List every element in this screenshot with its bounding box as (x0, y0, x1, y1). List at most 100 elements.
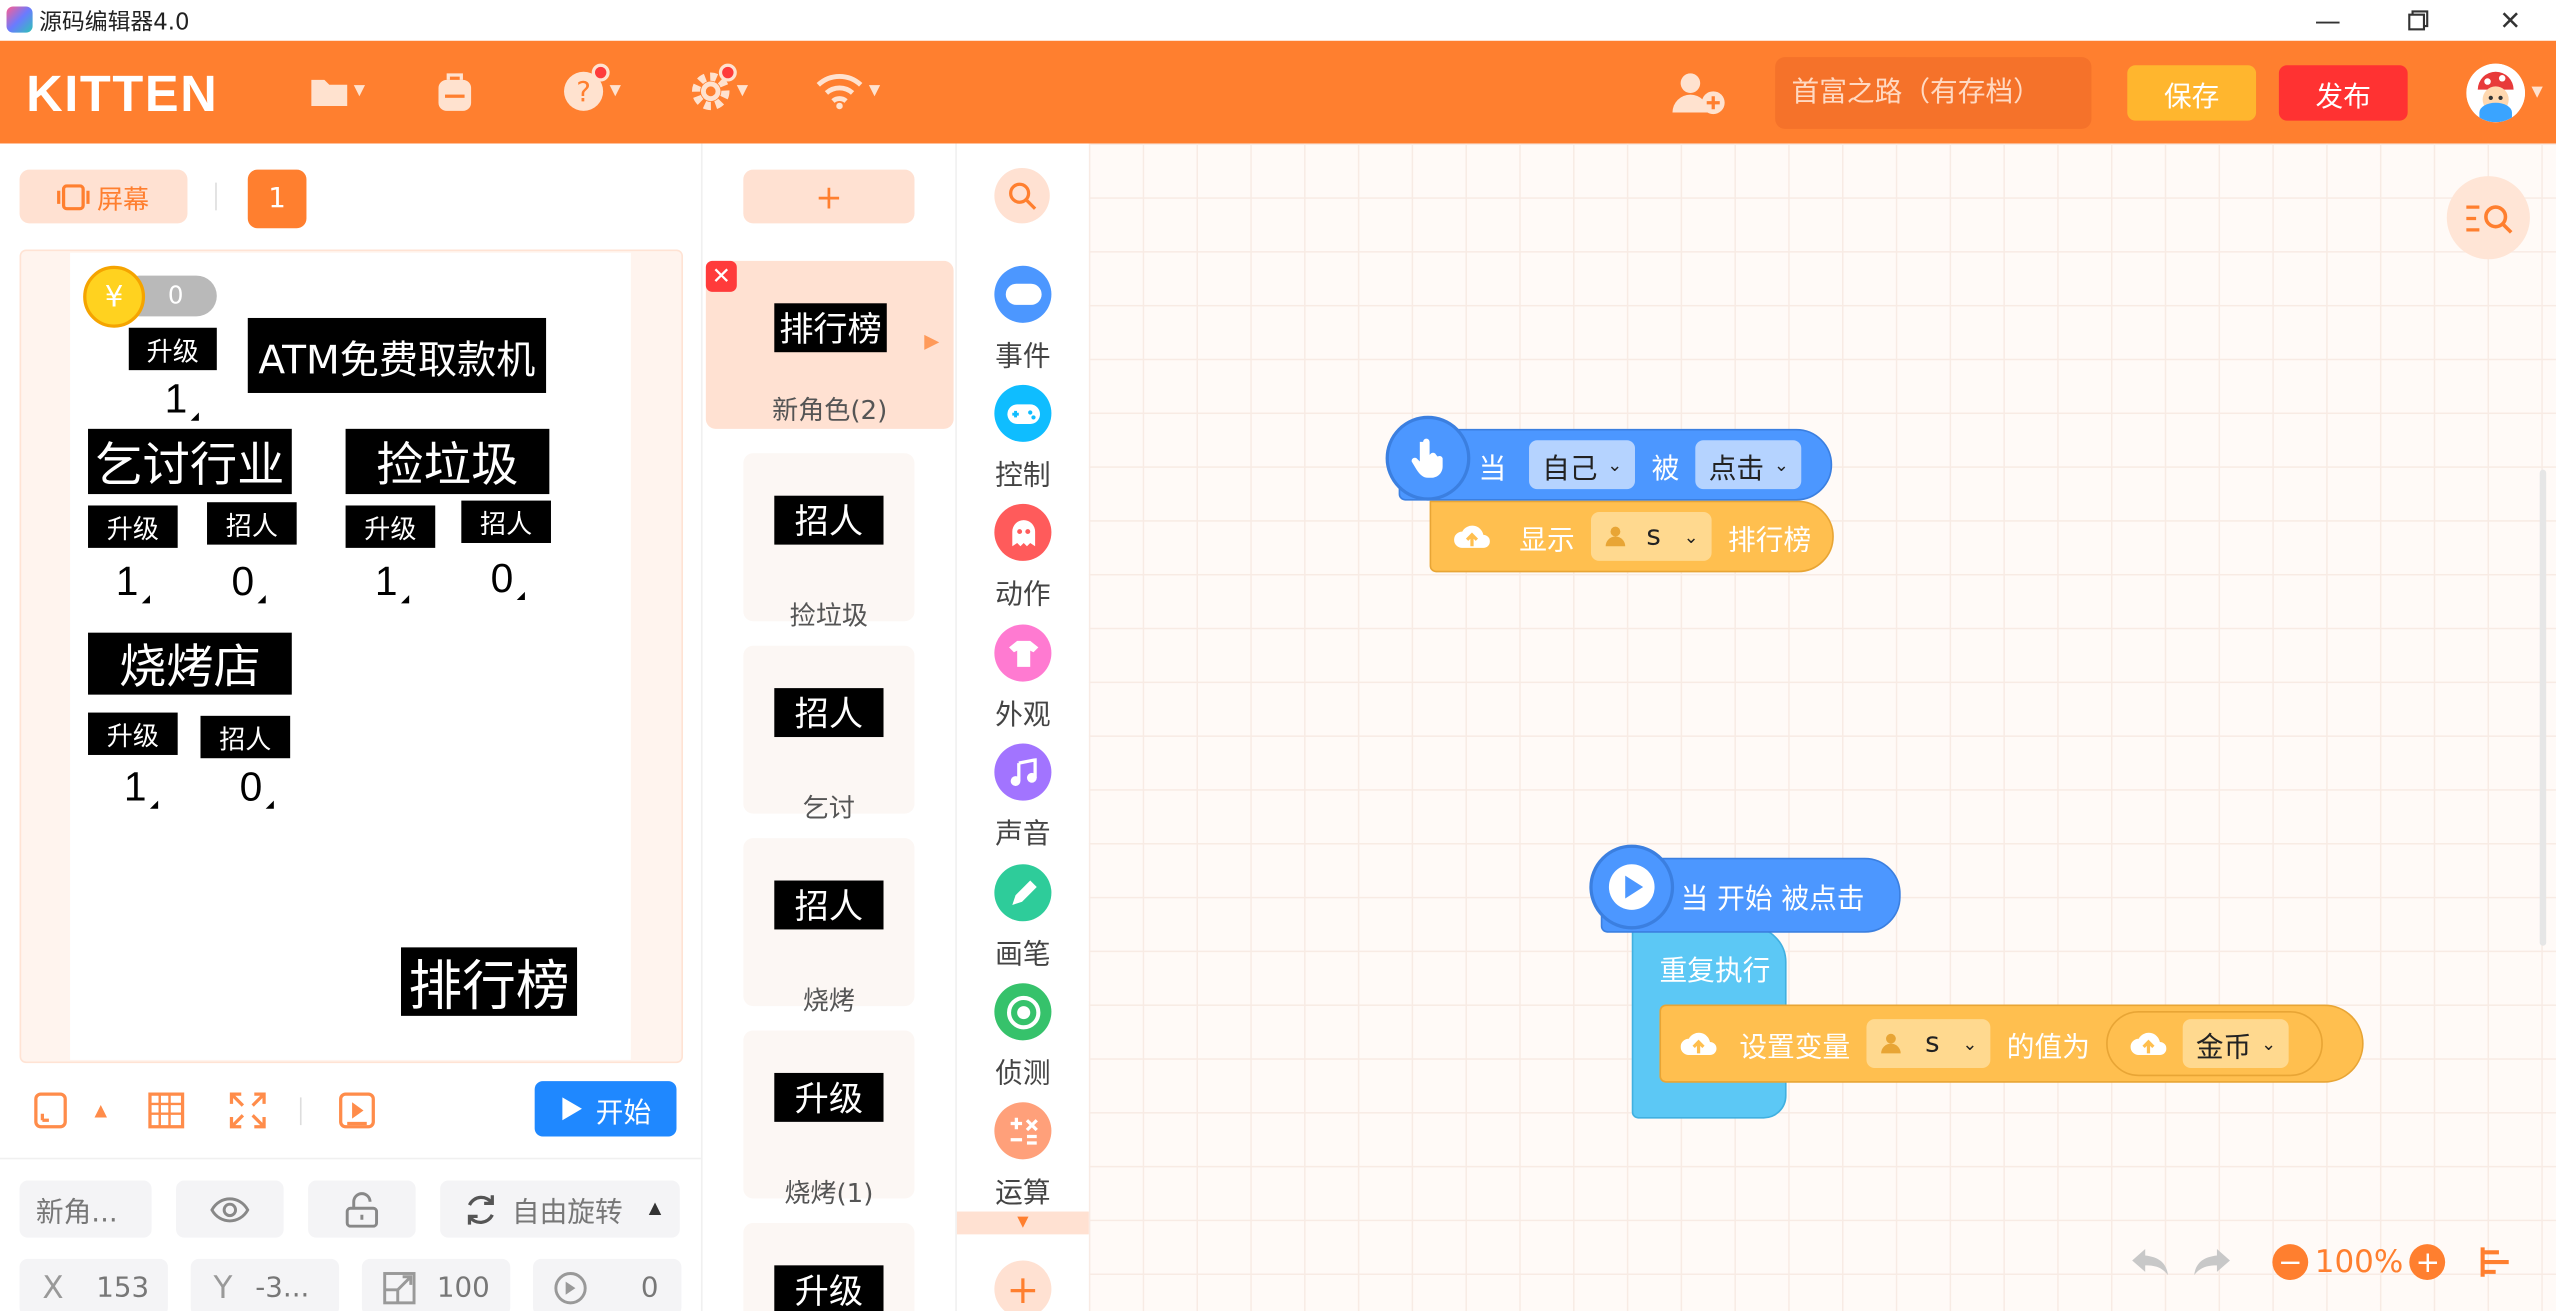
restore-icon (2407, 10, 2428, 31)
block-search-button[interactable] (994, 167, 1050, 224)
beg-title[interactable]: 乞讨行业 (88, 428, 292, 495)
zoom-in-button[interactable]: + (2409, 1244, 2446, 1281)
size-field[interactable]: 100 (361, 1258, 511, 1311)
beg-upgrade-button[interactable]: 升级 (88, 505, 178, 548)
category-sensing[interactable]: 侦测 (957, 983, 1089, 1097)
code-workspace[interactable]: 显示 s ⌄ 排行榜 当 自己 ⌄ 被 点击 ⌄ 重复执行 设置变量 s ⌄ 的… (1088, 143, 2556, 1311)
bbq-hire-button[interactable]: 招人 (200, 715, 291, 759)
add-sprite-button[interactable]: + (743, 169, 915, 224)
category-sound[interactable]: 声音 (957, 743, 1089, 858)
event-dropdown[interactable]: 点击 ⌄ (1695, 440, 1802, 490)
sprite-name: 烧烤(1) (784, 1177, 874, 1209)
stage-size-caret[interactable]: ▲ (95, 1101, 108, 1119)
trash-title[interactable]: 捡垃圾 (345, 428, 550, 495)
folder-icon (311, 79, 348, 106)
lock-toggle[interactable] (308, 1180, 416, 1238)
workspace-search-button[interactable] (2446, 176, 2530, 260)
sprite-thumb: 排行榜 (774, 303, 887, 353)
screen-button[interactable]: 屏幕 (19, 169, 188, 224)
sprite-dropdown[interactable]: s ⌄ (1590, 512, 1712, 561)
atm-title[interactable]: ATM免费取款机 (247, 317, 547, 393)
direction-icon (554, 1271, 587, 1304)
delete-sprite-button[interactable]: ✕ (705, 260, 737, 292)
fullscreen-icon[interactable] (228, 1091, 267, 1130)
window-titlebar: 源码编辑器4.0 — ✕ (0, 0, 2556, 41)
scene-thumbnail[interactable]: 1 (247, 169, 307, 229)
coin-variable-reporter[interactable]: 金币 ⌄ (2106, 1010, 2324, 1077)
sprite-item[interactable]: 招人 捡垃圾 (743, 453, 915, 631)
project-name-input[interactable] (1775, 57, 2092, 129)
atm-upgrade-button[interactable]: 升级 (128, 327, 217, 371)
sprite-item-selected[interactable]: 排行榜 新角色(2) ▶ (705, 260, 954, 429)
show-block[interactable]: 显示 s ⌄ 排行榜 (1429, 500, 1834, 573)
restore-button[interactable] (2380, 0, 2455, 41)
set-variable-block[interactable]: 设置变量 s ⌄ 的值为 金币 ⌄ (1659, 1004, 2364, 1083)
rotation-mode-select[interactable]: 自由旋转 ▲ (440, 1180, 680, 1238)
target-dropdown[interactable]: 自己 ⌄ (1529, 440, 1636, 490)
left-panel: 屏幕 1 ¥ 0 升级 ATM免费取款机 1 乞讨行业 捡垃圾 升级 招人 升级… (0, 143, 701, 1311)
sprite-expand-icon[interactable]: ▶ (924, 329, 939, 352)
beg-hire-button[interactable]: 招人 (207, 502, 297, 545)
sprite-item[interactable]: 升级 烧烤(1) (743, 1030, 915, 1208)
stage-size-icon[interactable] (33, 1091, 69, 1130)
network-menu[interactable]: ▼ (815, 67, 880, 116)
x-field[interactable]: X 153 (19, 1258, 168, 1311)
sprite-thumb: 升级 (774, 1265, 884, 1311)
publish-button[interactable]: 发布 (2278, 65, 2408, 121)
sprite-name: 新角色(2) (772, 394, 888, 426)
bbq-title[interactable]: 烧烤店 (88, 632, 292, 695)
category-motion[interactable]: 动作 (957, 503, 1089, 618)
minimize-button[interactable]: — (2290, 0, 2365, 41)
trash-upgrade-button[interactable]: 升级 (345, 505, 436, 548)
add-collaborator-button[interactable] (1671, 68, 1726, 117)
visibility-toggle[interactable] (176, 1180, 284, 1238)
bbq-workers: 0 (239, 764, 274, 811)
workspace-scrollbar[interactable] (2539, 469, 2547, 946)
direction-field[interactable]: 0 (533, 1258, 682, 1311)
category-control[interactable]: 控制 (957, 384, 1089, 499)
avatar[interactable] (2466, 63, 2526, 123)
coin-dropdown[interactable]: 金币 ⌄ (2182, 1019, 2290, 1069)
account-caret[interactable]: ▼ (2532, 85, 2543, 101)
undo-icon[interactable] (2129, 1244, 2171, 1280)
trash-workers: 0 (490, 556, 525, 602)
coin-value: 0 (167, 280, 184, 310)
sprite-thumb: 招人 (774, 495, 884, 545)
sprite-name-field[interactable]: 新角... (19, 1180, 152, 1238)
target-icon (994, 983, 1052, 1041)
bbq-upgrade-button[interactable]: 升级 (88, 712, 178, 755)
categories-scroll-down[interactable]: ▼ (956, 1211, 1089, 1235)
category-operators[interactable]: 运算 (957, 1102, 1089, 1216)
play-screen-icon[interactable] (337, 1091, 376, 1130)
file-menu[interactable]: ▼ (310, 67, 365, 116)
window-title: 源码编辑器4.0 (39, 9, 190, 36)
trash-level: 1 (374, 559, 409, 605)
sprite-item[interactable]: 升级 (743, 1222, 915, 1311)
pen-icon (994, 864, 1052, 922)
sprite-item[interactable]: 招人 烧烤 (743, 838, 915, 1016)
stage[interactable]: ¥ 0 升级 ATM免费取款机 1 乞讨行业 捡垃圾 升级 招人 升级 招人 1… (70, 252, 631, 1060)
trash-hire-button[interactable]: 招人 (461, 500, 551, 543)
category-events[interactable]: 事件 (957, 265, 1089, 380)
help-menu[interactable]: ? ▼ (562, 63, 621, 116)
gamepad-icon (994, 384, 1052, 442)
sprite-item[interactable]: 招人 乞讨 (743, 645, 915, 823)
screen-icon (57, 183, 91, 210)
category-looks[interactable]: 外观 (957, 624, 1089, 739)
start-button[interactable]: 开始 (534, 1081, 677, 1137)
category-pen[interactable]: 画笔 (957, 864, 1089, 978)
backpack-button[interactable] (435, 67, 474, 116)
grid-icon[interactable] (146, 1091, 185, 1130)
rank-button[interactable]: 排行榜 (401, 947, 578, 1017)
arrange-blocks-icon[interactable] (2478, 1244, 2514, 1280)
close-button[interactable]: ✕ (2473, 0, 2548, 41)
variable-dropdown[interactable]: s ⌄ (1866, 1019, 1991, 1069)
zoom-out-button[interactable]: − (2272, 1244, 2309, 1281)
save-button[interactable]: 保存 (2127, 65, 2257, 121)
redo-icon[interactable] (2191, 1244, 2233, 1280)
y-field[interactable]: Y -3... (190, 1258, 340, 1311)
hand-click-icon (1385, 415, 1471, 501)
add-extension-button[interactable]: + (994, 1260, 1052, 1311)
settings-menu[interactable]: ▼ (690, 63, 748, 116)
sprite-thumb: 招人 (774, 688, 884, 738)
